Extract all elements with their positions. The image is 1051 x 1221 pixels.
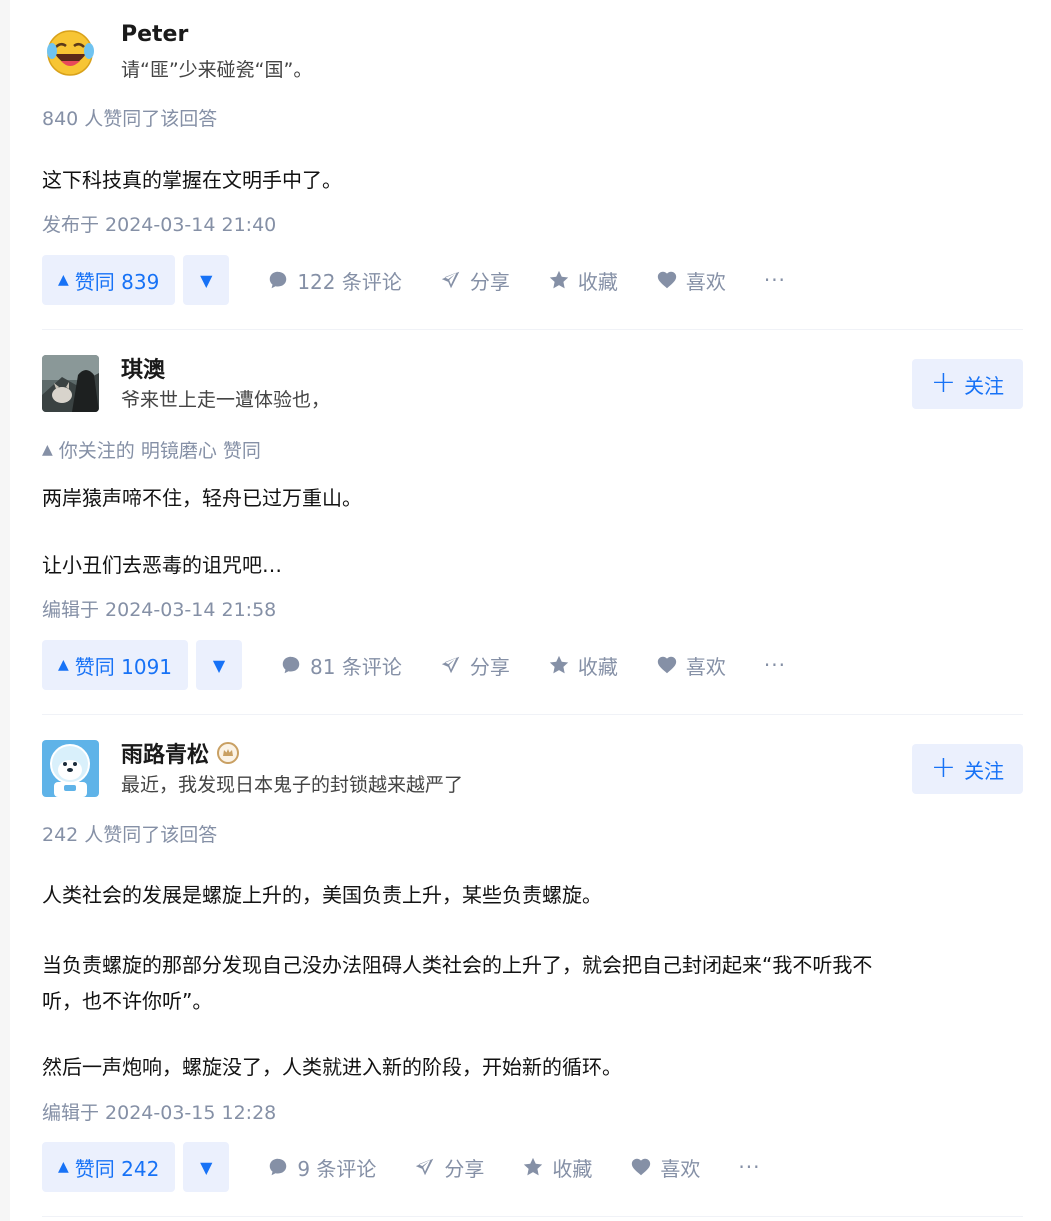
answer-paragraph: 人类社会的发展是螺旋上升的，美国负责上升，某些负责螺旋。 [42,883,602,907]
answer-paragraph: 两岸猿声啼不住，轻舟已过万重山。 [42,486,362,510]
star-icon [524,1157,543,1176]
star-icon [549,270,569,289]
answer-card: 琪澳 爷来世上走一遭体验也， + 关注 ▲ 你关注的 明镜磨心 赞同 两岸猿声啼… [42,330,1023,715]
like-label: 喜欢 [660,1156,701,1181]
collect-label: 收藏 [577,269,618,294]
comment-bubble-icon [282,656,300,674]
timestamp[interactable]: 编辑于 2024-03-14 21:58 [42,595,276,622]
downvote-button[interactable]: ▼ [196,640,243,690]
upvote-button[interactable]: ▲ 赞同 242 [42,1142,176,1192]
follow-label: 关注 [964,373,1005,398]
downvote-button[interactable]: ▼ [183,1142,230,1192]
collect-label: 收藏 [552,1156,593,1181]
like-label: 喜欢 [685,654,726,679]
like-button[interactable]: 喜欢 [656,651,726,680]
comments-label: 122 条评论 [297,269,402,294]
author-name-text[interactable]: Peter [121,22,188,47]
author-name-text[interactable]: 琪澳 [121,352,165,384]
timestamp[interactable]: 发布于 2024-03-14 21:40 [42,210,276,237]
timestamp[interactable]: 编辑于 2024-03-15 12:28 [42,1098,276,1125]
vote-summary: 你关注的 明镜磨心 赞同 [58,440,261,462]
vote-summary-row: ▲ 你关注的 明镜磨心 赞同 [42,436,261,463]
answer-paragraph: 当负责螺旋的那部分发现自己没办法阻碍人类社会的上升了，就会把自己封闭起来“我不听… [42,953,873,977]
upvote-triangle-icon: ▲ [58,657,69,673]
like-button[interactable]: 喜欢 [630,1153,700,1182]
answer-paragraph: 让小丑们去恶毒的诅咒吧… [42,553,282,577]
author-name-text[interactable]: 雨路青松 [121,737,209,769]
plus-icon: + [930,749,957,785]
author-name[interactable]: Peter [121,22,188,47]
upvote-triangle-icon: ▲ [42,441,53,458]
like-label: 喜欢 [685,269,726,294]
plus-icon: + [930,364,957,400]
upvote-button[interactable]: ▲ 赞同 1091 [42,640,189,690]
upvote-triangle-icon: ▲ [58,272,69,288]
answer-paragraph: 听，也不许你听”。 [42,989,213,1013]
action-bar: ▲ 赞同 1091 ▼ 81 条评论 分享 收藏 喜欢 ··· [42,640,786,690]
upvote-label: 赞同 839 [74,269,160,294]
answer-feed: Peter 请“匪”少来碰瓷“国”。 840 人赞同了该回答 这下科技真的掌握在… [42,0,1023,1217]
more-options-button[interactable]: ··· [738,1155,760,1179]
wolf-photo-avatar-icon [42,355,99,412]
paper-plane-icon [441,271,460,289]
avatar[interactable] [42,25,99,82]
comments-button[interactable]: 122 条评论 [267,266,402,295]
comments-label: 81 条评论 [310,654,402,679]
more-options-button[interactable]: ··· [764,653,786,677]
collect-button[interactable]: 收藏 [548,651,618,680]
author-name[interactable]: 雨路青松 [121,737,240,769]
heart-icon [657,656,677,674]
upvote-triangle-icon: ▲ [58,1159,69,1175]
follow-label: 关注 [964,758,1005,783]
comments-label: 9 条评论 [297,1156,377,1181]
answer-paragraph: 这下科技真的掌握在文明手中了。 [42,168,342,192]
share-label: 分享 [444,1156,485,1181]
author-bio: 请“匪”少来碰瓷“国”。 [121,59,313,81]
collect-label: 收藏 [577,654,618,679]
comment-bubble-icon [270,271,287,289]
author-bio: 最近，我发现日本鬼子的封锁越来越严了 [121,774,464,796]
collect-button[interactable]: 收藏 [548,266,618,295]
answer-paragraph: 然后一声炮响，螺旋没了，人类就进入新的阶段，开始新的循环。 [42,1055,622,1079]
action-bar: ▲ 赞同 839 ▼ 122 条评论 分享 收藏 喜欢 ··· [42,255,786,305]
share-label: 分享 [469,269,510,294]
upvote-label: 赞同 242 [74,1156,160,1181]
vote-summary: 242 人赞同了该回答 [42,824,218,846]
astronaut-dog-avatar-icon [42,740,99,797]
author-bio: 爷来世上走一遭体验也， [121,389,331,411]
downvote-triangle-icon: ▼ [200,1157,213,1177]
comments-button[interactable]: 81 条评论 [280,651,402,680]
comments-button[interactable]: 9 条评论 [267,1153,376,1182]
follow-button[interactable]: + 关注 [912,359,1023,409]
collect-button[interactable]: 收藏 [522,1153,592,1182]
answer-card: Peter 请“匪”少来碰瓷“国”。 840 人赞同了该回答 这下科技真的掌握在… [42,0,1023,330]
avatar[interactable] [42,355,99,412]
author-name[interactable]: 琪澳 [121,352,165,384]
laughing-emoji-icon [42,25,99,82]
upvote-label: 赞同 1091 [74,654,173,679]
follow-button[interactable]: + 关注 [912,744,1023,794]
vote-summary: 840 人赞同了该回答 [42,108,218,130]
paper-plane-icon [416,1158,434,1176]
heart-icon [657,271,677,289]
share-button[interactable]: 分享 [440,266,510,295]
like-button[interactable]: 喜欢 [656,266,726,295]
avatar[interactable] [42,740,99,797]
downvote-triangle-icon: ▼ [200,270,213,290]
crown-badge-icon[interactable] [217,742,240,764]
action-bar: ▲ 赞同 242 ▼ 9 条评论 分享 收藏 喜欢 ··· [42,1142,760,1192]
star-icon [549,655,569,674]
share-label: 分享 [469,654,510,679]
share-button[interactable]: 分享 [440,651,510,680]
more-options-button[interactable]: ··· [764,268,786,292]
share-button[interactable]: 分享 [414,1153,484,1182]
downvote-triangle-icon: ▼ [212,655,226,675]
upvote-button[interactable]: ▲ 赞同 839 [42,255,176,305]
left-gutter [0,0,10,1221]
heart-icon [632,1158,651,1176]
downvote-button[interactable]: ▼ [183,255,230,305]
answer-card: 雨路青松 最近，我发现日本鬼子的封锁越来越严了 + 关注 242 人赞同了该回答… [42,715,1023,1217]
comment-bubble-icon [270,1158,287,1176]
paper-plane-icon [441,656,460,674]
